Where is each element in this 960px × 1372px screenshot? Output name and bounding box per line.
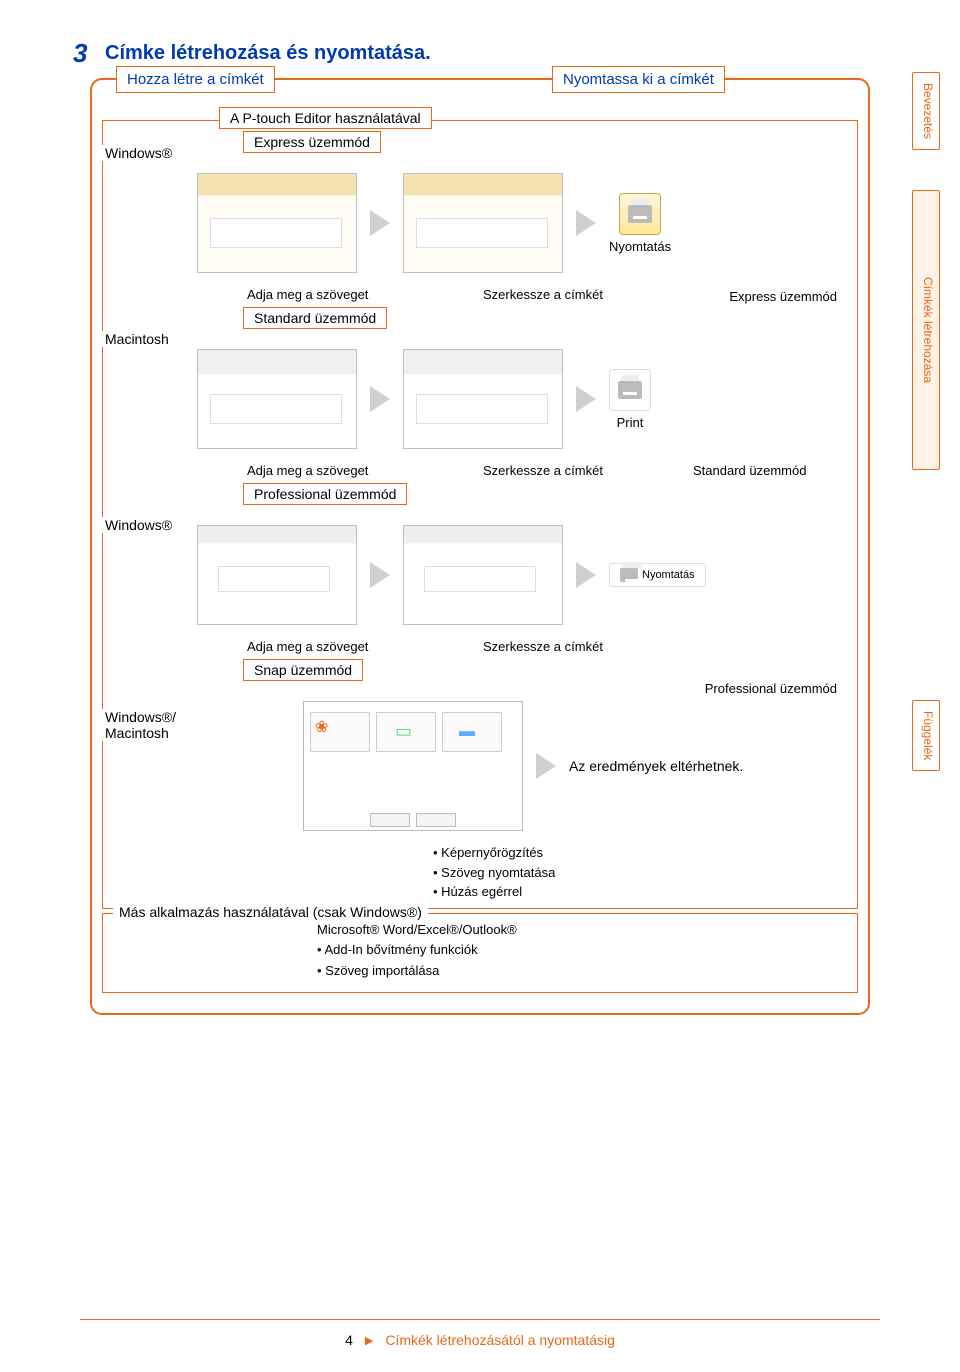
- footer: 4 ▶ Címkék létrehozásától a nyomtatásig: [0, 1332, 960, 1348]
- mode-snap: Snap üzemmód: [243, 659, 363, 681]
- row-professional: Nyomtatás: [103, 513, 857, 633]
- label-addtext2: Adja meg a szöveget: [247, 463, 368, 478]
- screenshot-pro-edit: [197, 525, 357, 625]
- mode-standard: Standard üzemmód: [243, 307, 387, 329]
- tag-create: Hozza létre a címkét: [116, 66, 275, 93]
- arrow-icon: [367, 386, 393, 412]
- caption-standard-mode: Standard üzemmód: [693, 463, 806, 478]
- page-number: 4: [345, 1332, 353, 1348]
- print-icon-express[interactable]: Nyomtatás: [609, 193, 671, 254]
- other-line1: Microsoft® Word/Excel®/Outlook®: [317, 920, 843, 941]
- os-windows: Windows®: [101, 145, 176, 161]
- label-addtext3: Adja meg a szöveget: [247, 639, 368, 654]
- tag-print: Nyomtassa ki a címkét: [552, 66, 725, 93]
- section-number: 3: [73, 38, 87, 69]
- screenshot-pro-layout: [403, 525, 563, 625]
- tab-appendix[interactable]: Függelék: [912, 700, 940, 771]
- snap-bullets: • Képernyőrögzítés • Szöveg nyomtatása •…: [103, 839, 857, 902]
- label-editlabel3: Szerkessze a címkét: [483, 639, 603, 654]
- other-apps-box: Más alkalmazás használatával (csak Windo…: [102, 913, 858, 993]
- results-text: Az eredmények eltérhetnek.: [569, 758, 743, 774]
- footer-rule: [80, 1319, 880, 1320]
- tag-ptouch: A P-touch Editor használatával: [219, 107, 432, 129]
- main-box: Hozza létre a címkét Nyomtassa ki a címk…: [90, 78, 870, 1015]
- bullet-3: • Húzás egérrel: [433, 882, 857, 902]
- screenshot-standard-layout: [403, 349, 563, 449]
- bullet-2: • Szöveg nyomtatása: [433, 863, 857, 883]
- print-label: Print: [617, 415, 644, 430]
- arrow-icon: [533, 753, 559, 779]
- print-icon-standard[interactable]: Print: [609, 369, 651, 430]
- arrow-icon: [367, 210, 393, 236]
- label-editlabel2: Szerkessze a címkét: [483, 463, 603, 478]
- screenshot-express-layout: [403, 173, 563, 273]
- side-tabs: Bevezetés Címkék létrehozása Függelék: [912, 72, 940, 787]
- tab-intro[interactable]: Bevezetés: [912, 72, 940, 150]
- screenshot-snap: [303, 701, 523, 831]
- ptouch-box: A P-touch Editor használatával Windows® …: [102, 120, 858, 909]
- section-title: Címke létrehozása és nyomtatása.: [105, 42, 431, 65]
- label-editlabel: Szerkessze a címkét: [483, 287, 603, 302]
- arrow-icon: [367, 562, 393, 588]
- tab-labels[interactable]: Címkék létrehozása: [912, 190, 940, 470]
- arrow-icon: [573, 210, 599, 236]
- label-addtext: Adja meg a szöveget: [247, 287, 368, 302]
- row-snap: Az eredmények eltérhetnek.: [103, 689, 857, 839]
- mode-express: Express üzemmód: [243, 131, 381, 153]
- other-apps-head: Más alkalmazás használatával (csak Windo…: [113, 904, 428, 920]
- row-standard: Print: [103, 337, 857, 457]
- arrow-icon: [573, 562, 599, 588]
- arrow-icon: [573, 386, 599, 412]
- footer-triangle-icon: ▶: [365, 1334, 373, 1347]
- other-line3: • Szöveg importálása: [317, 961, 843, 982]
- screenshot-standard-edit: [197, 349, 357, 449]
- row-express: Nyomtatás: [103, 161, 857, 281]
- footer-text: Címkék létrehozásától a nyomtatásig: [385, 1332, 615, 1348]
- page: 3 Címke létrehozása és nyomtatása. Bevez…: [0, 0, 960, 1372]
- screenshot-express-edit: [197, 173, 357, 273]
- print-icon-professional[interactable]: Nyomtatás: [609, 563, 706, 587]
- print-label-pro: Nyomtatás: [642, 569, 695, 581]
- mode-professional: Professional üzemmód: [243, 483, 407, 505]
- print-label: Nyomtatás: [609, 239, 671, 254]
- bullet-1: • Képernyőrögzítés: [433, 843, 857, 863]
- other-line2: • Add-In bővítmény funkciók: [317, 940, 843, 961]
